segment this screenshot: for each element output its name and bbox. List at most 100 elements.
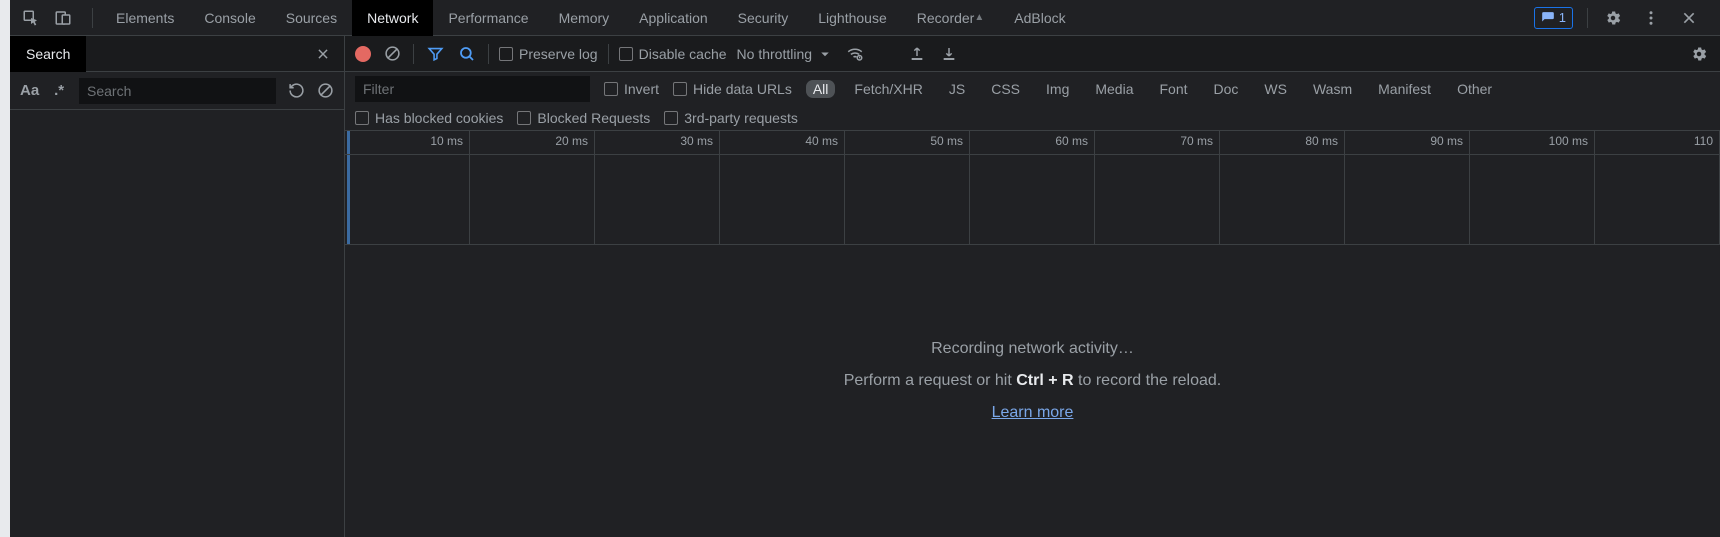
- clear-log-icon[interactable]: [381, 43, 403, 65]
- throttling-value: No throttling: [737, 46, 812, 62]
- type-filter-css[interactable]: CSS: [984, 80, 1027, 98]
- empty-line-1: Recording network activity…: [931, 340, 1134, 358]
- timeline-tick: 80 ms: [1220, 131, 1345, 245]
- issues-badge[interactable]: 1: [1534, 7, 1573, 29]
- timeline-tick: 50 ms: [845, 131, 970, 245]
- tabs-host: ElementsConsoleSourcesNetworkPerformance…: [101, 0, 1081, 36]
- search-input[interactable]: [79, 78, 276, 104]
- timeline-tick: 20 ms: [470, 131, 595, 245]
- type-filter-ws[interactable]: WS: [1257, 80, 1294, 98]
- timeline-tick: 60 ms: [970, 131, 1095, 245]
- close-devtools-icon[interactable]: [1678, 7, 1700, 29]
- timeline-overview[interactable]: 10 ms20 ms30 ms40 ms50 ms60 ms70 ms80 ms…: [345, 131, 1720, 245]
- timeline-tick: 100 ms: [1470, 131, 1595, 245]
- import-har-icon[interactable]: [906, 43, 928, 65]
- timeline-ruler: 10 ms20 ms30 ms40 ms50 ms60 ms70 ms80 ms…: [345, 131, 1720, 155]
- tab-application[interactable]: Application: [624, 0, 723, 36]
- network-toolbar: Preserve log Disable cache No throttling: [345, 36, 1720, 72]
- filter-bar: Invert Hide data URLs All Fetch/XHR JS CSS I…: [345, 72, 1720, 131]
- preview-badge-icon: ▲: [974, 12, 984, 23]
- third-party-requests-label: 3rd-party requests: [684, 110, 798, 126]
- type-filter-manifest[interactable]: Manifest: [1371, 80, 1438, 98]
- chevron-down-icon: [816, 45, 834, 63]
- hide-data-urls-checkbox[interactable]: Hide data URLs: [673, 81, 792, 97]
- tab-sources[interactable]: Sources: [271, 0, 352, 36]
- empty-line-2: Perform a request or hit Ctrl + R to rec…: [844, 372, 1222, 390]
- type-filter-group: All Fetch/XHR JS CSS Img Media Font Doc WS Wasm Ma…: [806, 80, 1499, 98]
- divider: [488, 44, 489, 64]
- has-blocked-cookies-label: Has blocked cookies: [375, 110, 503, 126]
- record-button[interactable]: [355, 46, 371, 62]
- preserve-log-checkbox[interactable]: Preserve log: [499, 46, 598, 62]
- type-filter-doc[interactable]: Doc: [1207, 80, 1246, 98]
- empty-shortcut: Ctrl + R: [1016, 372, 1073, 389]
- type-filter-fetch-xhr[interactable]: Fetch/XHR: [847, 80, 929, 98]
- throttling-select[interactable]: No throttling: [737, 45, 834, 63]
- has-blocked-cookies-checkbox[interactable]: Has blocked cookies: [355, 110, 503, 126]
- search-panel-tab[interactable]: Search: [10, 36, 86, 72]
- divider: [92, 8, 93, 28]
- type-filter-all[interactable]: All: [806, 80, 836, 98]
- inspect-element-icon[interactable]: [20, 7, 42, 29]
- tab-recorder[interactable]: Recorder ▲: [902, 0, 1000, 36]
- tab-elements[interactable]: Elements: [101, 0, 189, 36]
- page-left-gutter: [0, 0, 10, 537]
- timeline-tick: 90 ms: [1345, 131, 1470, 245]
- search-bar: Aa .*: [10, 72, 344, 110]
- disable-cache-checkbox[interactable]: Disable cache: [619, 46, 727, 62]
- invert-label: Invert: [624, 81, 659, 97]
- divider: [413, 44, 414, 64]
- export-har-icon[interactable]: [938, 43, 960, 65]
- blocked-requests-label: Blocked Requests: [537, 110, 650, 126]
- tab-adblock[interactable]: AdBlock: [999, 0, 1080, 36]
- tab-performance[interactable]: Performance: [433, 0, 543, 36]
- timeline-tick: 30 ms: [595, 131, 720, 245]
- more-vert-icon[interactable]: [1640, 7, 1662, 29]
- network-panel: Preserve log Disable cache No throttling: [345, 36, 1720, 537]
- search-panel: Search Aa .*: [10, 36, 345, 537]
- empty-line-2a: Perform a request or hit: [844, 372, 1017, 389]
- timeline-tick: 10 ms: [345, 131, 470, 245]
- devtools-tabstrip: ElementsConsoleSourcesNetworkPerformance…: [10, 0, 1720, 36]
- third-party-requests-checkbox[interactable]: 3rd-party requests: [664, 110, 798, 126]
- type-filter-other[interactable]: Other: [1450, 80, 1499, 98]
- tab-lighthouse[interactable]: Lighthouse: [803, 0, 902, 36]
- divider: [1587, 8, 1588, 28]
- regex-icon[interactable]: .*: [51, 80, 67, 102]
- device-toolbar-icon[interactable]: [52, 7, 74, 29]
- disable-cache-label: Disable cache: [639, 46, 727, 62]
- filter-icon[interactable]: [424, 43, 446, 65]
- search-panel-header: Search: [10, 36, 344, 72]
- timeline-tick: 110: [1595, 131, 1720, 245]
- blocked-requests-checkbox[interactable]: Blocked Requests: [517, 110, 650, 126]
- network-settings-gear-icon[interactable]: [1688, 43, 1710, 65]
- type-filter-js[interactable]: JS: [942, 80, 972, 98]
- timeline-tick: 40 ms: [720, 131, 845, 245]
- tab-memory[interactable]: Memory: [544, 0, 625, 36]
- type-filter-font[interactable]: Font: [1153, 80, 1195, 98]
- tab-security[interactable]: Security: [723, 0, 804, 36]
- match-case-icon[interactable]: Aa: [20, 80, 39, 102]
- learn-more-link[interactable]: Learn more: [992, 404, 1074, 422]
- search-panel-title: Search: [26, 46, 70, 62]
- preserve-log-label: Preserve log: [519, 46, 598, 62]
- empty-line-2c: to record the reload.: [1078, 372, 1221, 389]
- type-filter-wasm[interactable]: Wasm: [1306, 80, 1359, 98]
- timeline-tick: 70 ms: [1095, 131, 1220, 245]
- issues-count: 1: [1559, 10, 1566, 25]
- clear-icon[interactable]: [317, 80, 334, 102]
- tab-network[interactable]: Network: [352, 0, 433, 36]
- search-icon[interactable]: [456, 43, 478, 65]
- filter-input[interactable]: [355, 76, 590, 102]
- network-conditions-icon[interactable]: [844, 43, 866, 65]
- type-filter-img[interactable]: Img: [1039, 80, 1076, 98]
- refresh-icon[interactable]: [288, 80, 305, 102]
- invert-checkbox[interactable]: Invert: [604, 81, 659, 97]
- network-empty-state: Recording network activity… Perform a re…: [345, 245, 1720, 537]
- close-icon[interactable]: [312, 43, 334, 65]
- hide-data-urls-label: Hide data URLs: [693, 81, 792, 97]
- tab-console[interactable]: Console: [189, 0, 270, 36]
- divider: [608, 44, 609, 64]
- type-filter-media[interactable]: Media: [1088, 80, 1140, 98]
- settings-gear-icon[interactable]: [1602, 7, 1624, 29]
